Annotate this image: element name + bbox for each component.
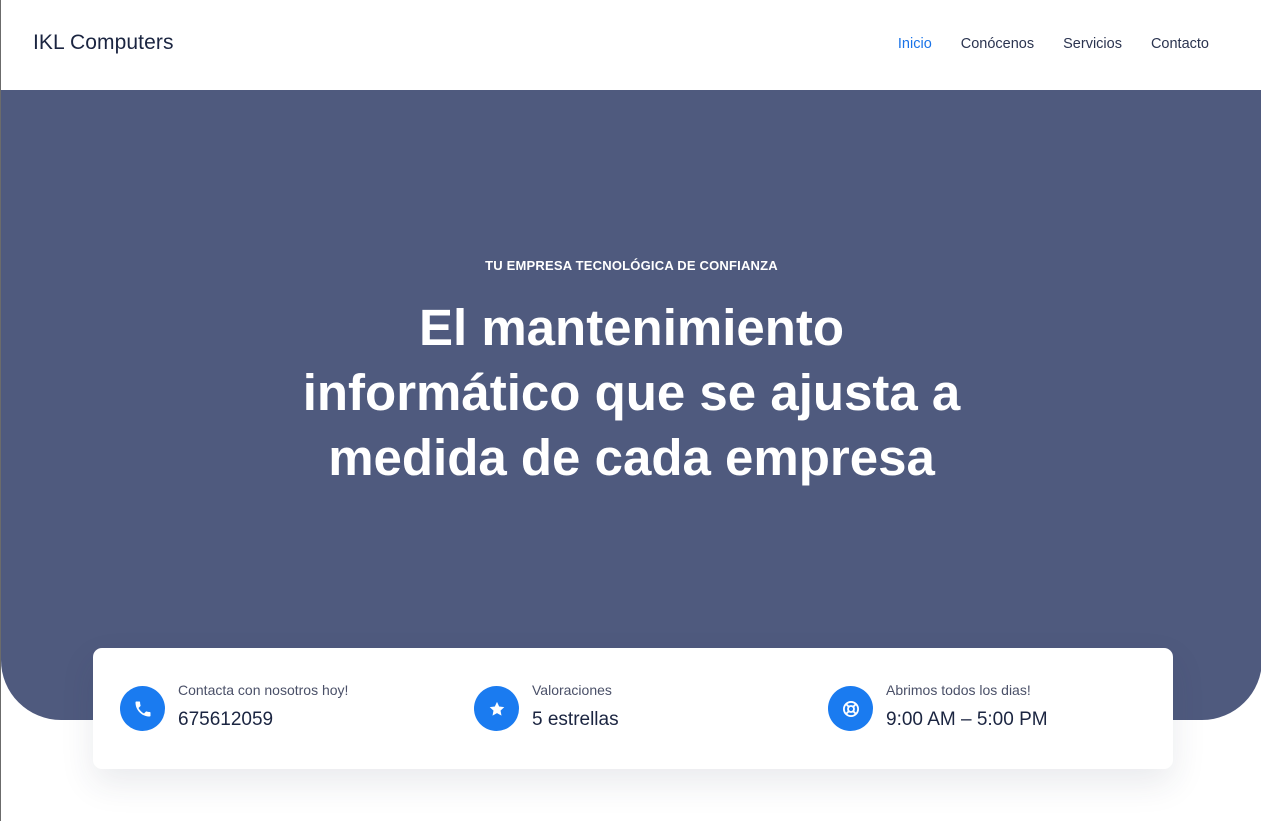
phone-icon <box>120 686 165 731</box>
hero-eyebrow: TU EMPRESA TECNOLÓGICA DE CONFIANZA <box>485 258 778 273</box>
nav-item-servicios[interactable]: Servicios <box>1063 36 1122 52</box>
info-label-contact: Contacta con nosotros hoy! <box>178 682 349 698</box>
nav-item-inicio[interactable]: Inicio <box>898 36 932 52</box>
main-nav: Inicio Conócenos Servicios Contacto <box>869 36 1209 52</box>
info-item-contact: Contacta con nosotros hoy! 675612059 <box>93 648 447 769</box>
hero-title: El mantenimiento informático que se ajus… <box>302 299 961 486</box>
info-value-ratings: 5 estrellas <box>532 709 619 730</box>
star-icon <box>474 686 519 731</box>
info-card: Contacta con nosotros hoy! 675612059 Val… <box>93 648 1173 769</box>
nav-item-contacto[interactable]: Contacto <box>1151 36 1209 52</box>
info-item-hours: Abrimos todos los dias! 9:00 AM – 5:00 P… <box>801 648 1173 769</box>
info-label-ratings: Valoraciones <box>532 682 612 698</box>
lifebuoy-icon <box>828 686 873 731</box>
brand-logo-text[interactable]: IKL Computers <box>33 31 174 55</box>
page: IKL Computers Inicio Conócenos Servicios… <box>0 0 1261 821</box>
info-value-phone[interactable]: 675612059 <box>178 709 273 731</box>
info-value-hours: 9:00 AM – 5:00 PM <box>886 709 1048 730</box>
hero-section: TU EMPRESA TECNOLÓGICA DE CONFIANZA El m… <box>1 90 1261 720</box>
info-item-ratings: Valoraciones 5 estrellas <box>447 648 801 769</box>
info-label-hours: Abrimos todos los dias! <box>886 682 1031 698</box>
nav-item-conocenos[interactable]: Conócenos <box>961 36 1034 52</box>
site-header: IKL Computers Inicio Conócenos Servicios… <box>1 0 1261 90</box>
